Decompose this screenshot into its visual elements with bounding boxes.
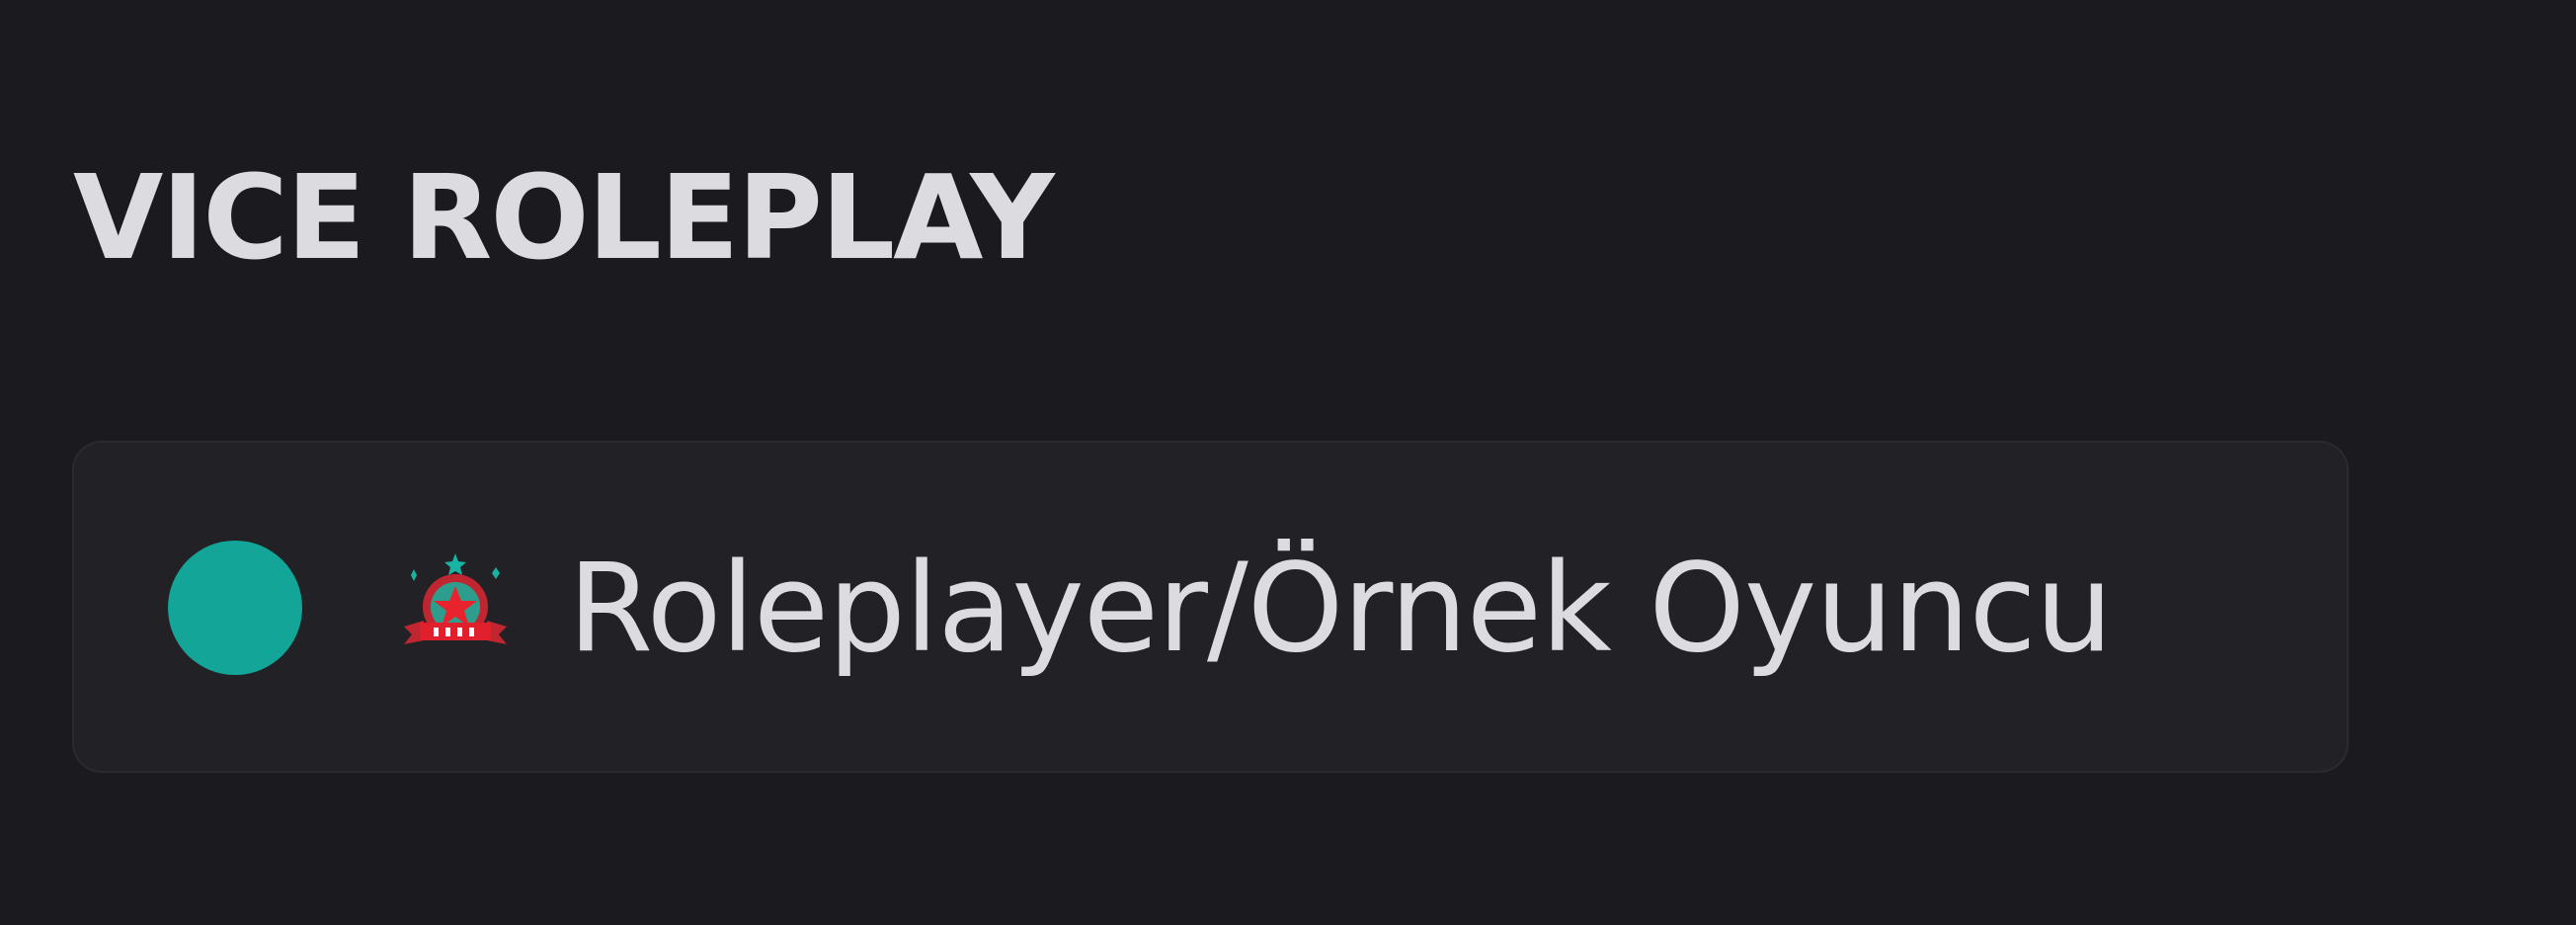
role-pill[interactable]: Roleplayer/Örnek Oyuncu — [72, 441, 2349, 773]
star-badge-icon — [400, 551, 511, 658]
role-color-dot — [168, 541, 302, 675]
role-name: Roleplayer/Örnek Oyuncu — [568, 538, 2113, 680]
section-title: VICE ROLEPLAY — [73, 149, 1055, 286]
